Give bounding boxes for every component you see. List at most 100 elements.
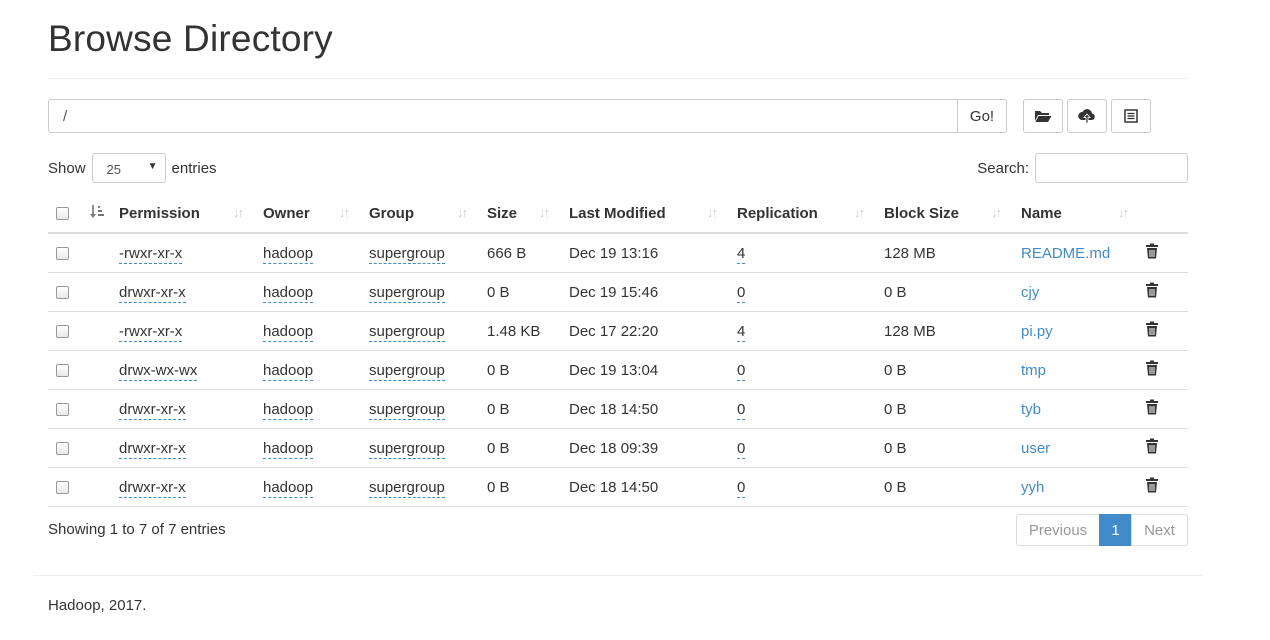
column-header-block-size[interactable]: Block Size ↓↑ (884, 194, 1021, 234)
column-header-label: Group (369, 204, 414, 222)
owner-cell: hadoop (263, 428, 369, 468)
replication-editable[interactable]: 0 (737, 478, 746, 498)
group-cell: supergroup (369, 389, 487, 429)
file-name-link[interactable]: pi.py (1021, 323, 1053, 340)
footer-text: Hadoop, 2017. (48, 597, 147, 614)
sort-icon: ↓↑ (991, 205, 1002, 220)
permission-editable[interactable]: drwxr-xr-x (119, 439, 186, 459)
row-checkbox[interactable] (56, 442, 69, 456)
owner-cell: hadoop (263, 233, 369, 273)
row-select-cell (48, 272, 84, 312)
group-editable[interactable]: supergroup (369, 439, 445, 459)
replication-editable[interactable]: 0 (737, 283, 746, 303)
previous-page-button[interactable]: Previous (1016, 514, 1100, 546)
select-all-checkbox[interactable] (56, 207, 69, 221)
column-header-permission[interactable]: Permission ↓↑ (119, 194, 263, 234)
header-divider (48, 78, 1188, 79)
directory-path-input[interactable] (48, 99, 957, 133)
group-editable[interactable]: supergroup (369, 283, 445, 303)
go-button[interactable]: Go! (957, 99, 1007, 133)
trash-icon[interactable] (1145, 477, 1159, 497)
page-1-button[interactable]: 1 (1099, 514, 1132, 546)
file-name-link[interactable]: tmp (1021, 362, 1046, 379)
table-row: -rwxr-xr-x hadoop supergroup 1.48 KB Dec 17 … (48, 311, 1188, 351)
row-checkbox[interactable] (56, 247, 69, 261)
create-directory-button[interactable] (1023, 99, 1063, 133)
row-checkbox[interactable] (56, 325, 69, 339)
owner-editable[interactable]: hadoop (263, 322, 314, 342)
column-header-size[interactable]: Size ↓↑ (487, 194, 569, 234)
group-editable[interactable]: supergroup (369, 361, 445, 381)
entries-per-page-select[interactable]: 25 ▼ (91, 153, 166, 183)
replication-cell: 0 (737, 350, 884, 390)
name-cell: pi.py (1021, 311, 1143, 351)
row-spacer-cell (84, 389, 119, 429)
owner-editable[interactable]: hadoop (263, 283, 314, 303)
file-name-link[interactable]: cjy (1021, 284, 1039, 301)
column-header-replication[interactable]: Replication ↓↑ (737, 194, 884, 234)
column-header-group[interactable]: Group ↓↑ (369, 194, 487, 234)
actions-cell (1143, 311, 1188, 351)
owner-editable[interactable]: hadoop (263, 478, 314, 498)
sort-icon: ↓↑ (339, 205, 350, 220)
owner-editable[interactable]: hadoop (263, 361, 314, 381)
page-title: Browse Directory (48, 18, 333, 59)
trash-icon[interactable] (1145, 360, 1159, 380)
column-header-name[interactable]: Name ↓↑ (1021, 194, 1143, 234)
row-checkbox[interactable] (56, 364, 69, 378)
replication-cell: 0 (737, 389, 884, 429)
owner-editable[interactable]: hadoop (263, 244, 314, 264)
group-editable[interactable]: supergroup (369, 322, 445, 342)
replication-editable[interactable]: 0 (737, 439, 746, 459)
size-cell: 0 B (487, 467, 569, 507)
replication-cell: 0 (737, 428, 884, 468)
row-checkbox[interactable] (56, 403, 69, 417)
group-editable[interactable]: supergroup (369, 244, 445, 264)
group-cell: supergroup (369, 272, 487, 312)
trash-icon[interactable] (1145, 399, 1159, 419)
cut-paste-list-button[interactable] (1111, 99, 1151, 133)
pagination: Previous 1 Next (1016, 514, 1188, 546)
row-select-cell (48, 467, 84, 507)
search-input[interactable] (1035, 153, 1188, 183)
trash-icon[interactable] (1145, 282, 1159, 302)
sort-column-header[interactable] (84, 194, 119, 234)
upload-button[interactable] (1067, 99, 1107, 133)
modified-cell: Dec 19 13:04 (569, 350, 737, 390)
replication-editable[interactable]: 0 (737, 400, 746, 420)
file-name-link[interactable]: tyb (1021, 401, 1041, 418)
modified-cell: Dec 19 13:16 (569, 233, 737, 273)
group-editable[interactable]: supergroup (369, 400, 445, 420)
trash-icon[interactable] (1145, 438, 1159, 458)
permission-editable[interactable]: drwx-wx-wx (119, 361, 198, 381)
row-checkbox[interactable] (56, 481, 69, 495)
column-header-owner[interactable]: Owner ↓↑ (263, 194, 369, 234)
modified-cell: Dec 19 15:46 (569, 272, 737, 312)
row-spacer-cell (84, 311, 119, 351)
column-header-last-modified[interactable]: Last Modified ↓↑ (569, 194, 737, 234)
next-page-button[interactable]: Next (1131, 514, 1188, 546)
row-spacer-cell (84, 233, 119, 273)
name-cell: tyb (1021, 389, 1143, 429)
permission-cell: drwxr-xr-x (119, 428, 263, 468)
permission-editable[interactable]: -rwxr-xr-x (119, 244, 183, 264)
replication-editable[interactable]: 4 (737, 244, 746, 264)
replication-editable[interactable]: 0 (737, 361, 746, 381)
row-checkbox[interactable] (56, 286, 69, 300)
file-name-link[interactable]: user (1021, 440, 1050, 457)
permission-editable[interactable]: drwxr-xr-x (119, 400, 186, 420)
row-spacer-cell (84, 350, 119, 390)
file-name-link[interactable]: yyh (1021, 479, 1044, 496)
permission-editable[interactable]: drwxr-xr-x (119, 283, 186, 303)
trash-icon[interactable] (1145, 243, 1159, 263)
file-name-link[interactable]: README.md (1021, 245, 1110, 262)
modified-cell: Dec 18 09:39 (569, 428, 737, 468)
replication-editable[interactable]: 4 (737, 322, 746, 342)
permission-editable[interactable]: -rwxr-xr-x (119, 322, 183, 342)
name-cell: yyh (1021, 467, 1143, 507)
trash-icon[interactable] (1145, 321, 1159, 341)
owner-editable[interactable]: hadoop (263, 439, 314, 459)
group-editable[interactable]: supergroup (369, 478, 445, 498)
permission-editable[interactable]: drwxr-xr-x (119, 478, 186, 498)
owner-editable[interactable]: hadoop (263, 400, 314, 420)
